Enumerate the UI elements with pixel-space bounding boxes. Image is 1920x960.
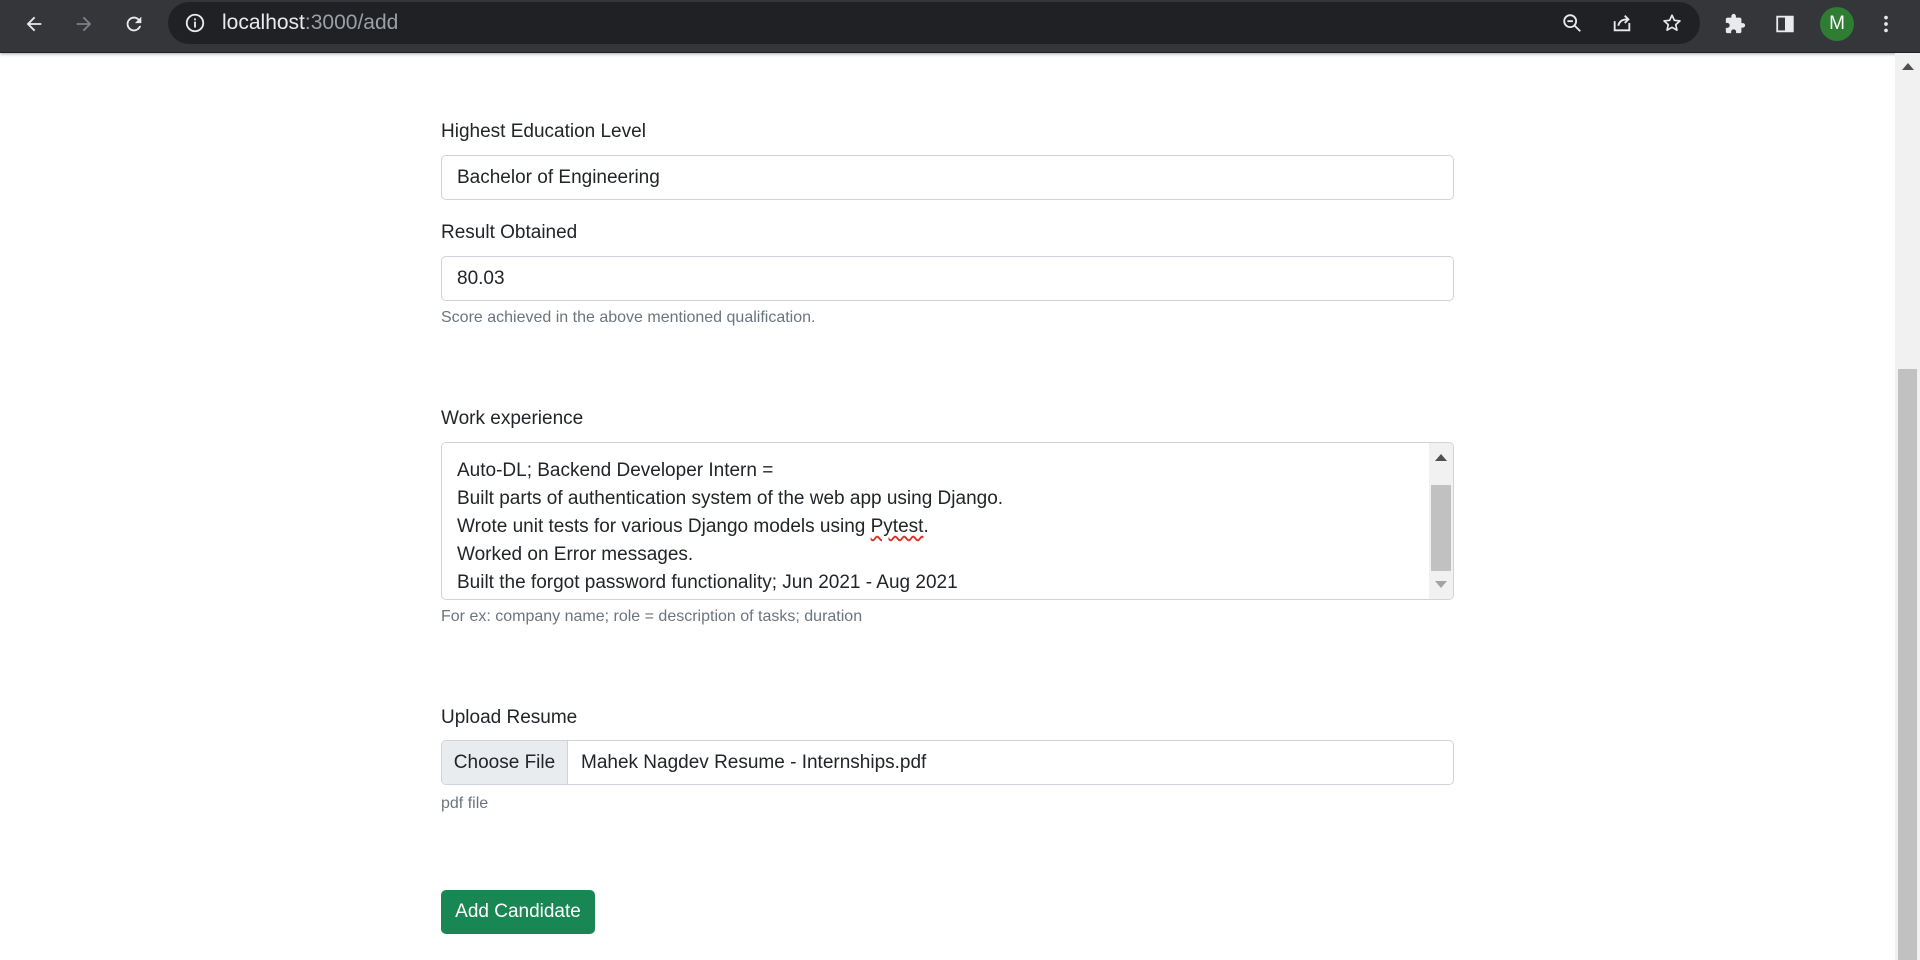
work-line: Wrote unit tests for various Django mode… [457, 516, 929, 537]
textarea-scroll-thumb[interactable] [1431, 485, 1451, 571]
zoom-out-icon[interactable] [1554, 5, 1590, 41]
page-scroll-up-arrow-icon[interactable] [1902, 63, 1914, 70]
url-text: localhost:3000/add [222, 11, 399, 34]
side-panel-icon[interactable] [1767, 6, 1803, 42]
work-experience-textarea[interactable]: Auto-DL; Backend Developer Intern = Buil… [441, 442, 1454, 600]
result-label: Result Obtained [441, 222, 578, 243]
result-input[interactable]: 80.03 [441, 256, 1454, 301]
result-help-text: Score achieved in the above mentioned qu… [441, 309, 816, 326]
education-value: Bachelor of Engineering [457, 167, 660, 188]
resume-file-input[interactable]: Choose File Mahek Nagdev Resume - Intern… [441, 740, 1454, 785]
choose-file-button[interactable]: Choose File [442, 741, 568, 784]
resume-help-text: pdf file [441, 795, 489, 812]
profile-avatar[interactable]: M [1820, 7, 1854, 41]
education-input[interactable]: Bachelor of Engineering [441, 155, 1454, 200]
scroll-up-arrow-icon[interactable] [1435, 454, 1447, 461]
star-icon[interactable] [1654, 5, 1690, 41]
work-line: Auto-DL; Backend Developer Intern = [457, 460, 774, 481]
misspelled-word: Pytest [870, 516, 924, 537]
add-candidate-form: Highest Education Level Bachelor of Engi… [441, 0, 1454, 960]
add-candidate-button[interactable]: Add Candidate [441, 890, 595, 934]
selected-file-name: Mahek Nagdev Resume - Internships.pdf [581, 752, 927, 773]
info-icon[interactable] [184, 12, 206, 34]
more-vert-icon[interactable] [1868, 6, 1904, 42]
work-experience-label: Work experience [441, 408, 584, 429]
work-line: Built parts of authentication system of … [457, 488, 1004, 509]
education-label: Highest Education Level [441, 121, 646, 142]
work-experience-text: Auto-DL; Backend Developer Intern = Buil… [457, 443, 1004, 597]
back-arrow-icon[interactable] [16, 6, 52, 42]
result-value: 80.03 [457, 268, 505, 289]
work-experience-help-text: For ex: company name; role = description… [441, 608, 863, 625]
textarea-scrollbar[interactable] [1429, 443, 1453, 599]
scroll-down-arrow-icon[interactable] [1435, 581, 1447, 588]
share-icon[interactable] [1604, 5, 1640, 41]
extensions-icon[interactable] [1717, 6, 1753, 42]
work-line: Worked on Error messages. [457, 544, 694, 565]
work-line: Built the forgot password functionality;… [457, 572, 958, 593]
page-scrollbar[interactable] [1895, 53, 1920, 960]
reload-icon[interactable] [116, 6, 152, 42]
forward-arrow-icon[interactable] [66, 6, 102, 42]
resume-label: Upload Resume [441, 707, 578, 728]
page-scroll-thumb[interactable] [1898, 369, 1917, 960]
